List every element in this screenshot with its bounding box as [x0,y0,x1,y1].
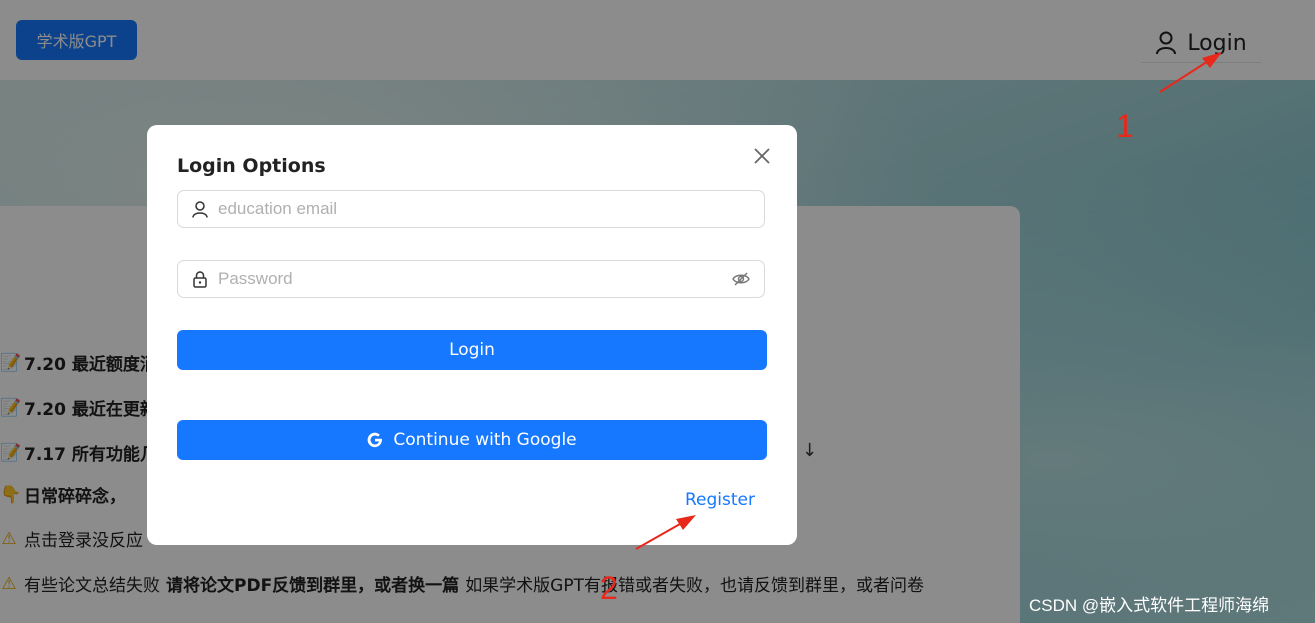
annotation-arrow-1 [1159,52,1222,93]
annotation-arrows [635,52,1222,550]
annotation-number-1: 1 [1116,108,1134,144]
annotation-arrow-2 [635,515,696,550]
annotation-number-2: 2 [600,570,618,606]
watermark: CSDN @嵌入式软件工程师海绵 [1029,596,1270,615]
